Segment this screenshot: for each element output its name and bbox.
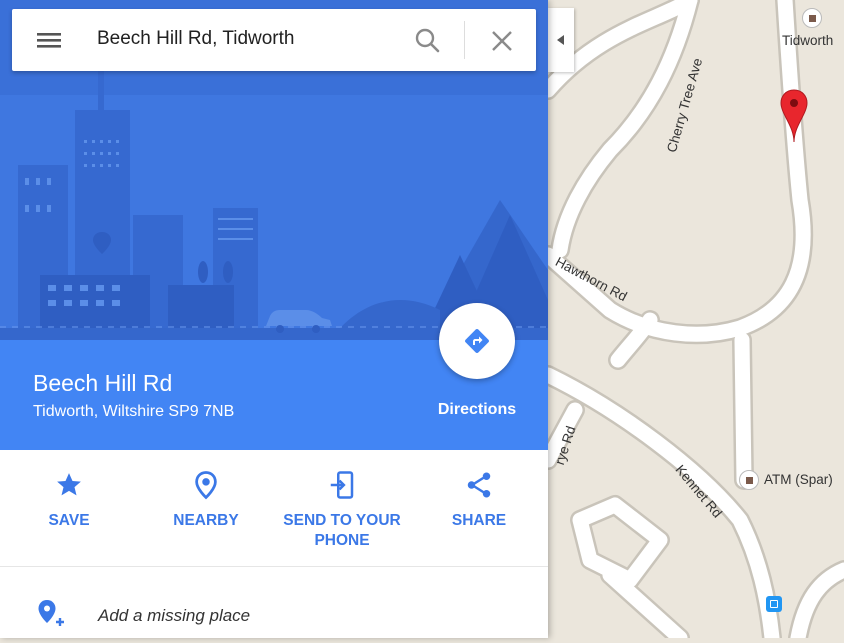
- tidworth-poi-icon[interactable]: [802, 8, 822, 28]
- search-box: Beech Hill Rd, Tidworth: [12, 9, 536, 71]
- nearby-pin-icon: [195, 471, 217, 500]
- search-divider: [464, 21, 465, 59]
- search-icon: [415, 28, 440, 53]
- hamburger-menu-icon: [37, 33, 61, 48]
- section-divider: [0, 566, 548, 567]
- directions-icon: [465, 329, 489, 353]
- close-icon: [492, 31, 512, 51]
- menu-button[interactable]: [34, 26, 64, 54]
- add-location-icon: [38, 600, 64, 626]
- send-to-phone-label-line2: PHONE: [314, 532, 370, 549]
- directions-button[interactable]: [439, 303, 515, 379]
- share-button[interactable]: SHARE: [411, 470, 547, 531]
- nearby-button[interactable]: NEARBY: [138, 470, 274, 531]
- place-address: Tidworth, Wiltshire SP9 7NB: [33, 403, 235, 420]
- place-panel: Beech Hill Rd Tidworth, Wiltshire SP9 7N…: [0, 0, 548, 638]
- directions-label[interactable]: Directions: [420, 401, 534, 419]
- share-icon: [467, 472, 491, 498]
- nearby-label: NEARBY: [173, 512, 239, 529]
- bus-stop-icon[interactable]: [766, 596, 782, 612]
- send-to-phone-button[interactable]: SEND TO YOUR PHONE: [274, 470, 410, 551]
- location-marker-icon[interactable]: [780, 88, 808, 149]
- collapse-panel-button[interactable]: [548, 8, 574, 72]
- map-label-tidworth[interactable]: Tidworth: [782, 33, 833, 48]
- send-to-phone-icon: [330, 471, 354, 499]
- caret-left-icon: [557, 35, 564, 45]
- place-actions: SAVE NEARBY SEND TO YOUR PHONE SHARE: [0, 450, 548, 566]
- share-label: SHARE: [451, 512, 507, 529]
- save-button[interactable]: SAVE: [1, 470, 137, 531]
- place-title: Beech Hill Rd: [33, 370, 173, 396]
- map-label-atm[interactable]: ATM (Spar): [764, 472, 833, 487]
- add-missing-place-label: Add a missing place: [98, 606, 251, 625]
- search-button[interactable]: [412, 25, 444, 57]
- atm-poi-icon[interactable]: [739, 470, 759, 490]
- send-to-phone-label-line1: SEND TO YOUR: [283, 512, 401, 529]
- add-missing-place-button[interactable]: Add a missing place: [0, 590, 548, 638]
- search-input[interactable]: Beech Hill Rd, Tidworth: [97, 28, 294, 50]
- star-icon: [57, 473, 81, 496]
- save-label: SAVE: [48, 512, 90, 529]
- clear-search-button[interactable]: [486, 25, 518, 57]
